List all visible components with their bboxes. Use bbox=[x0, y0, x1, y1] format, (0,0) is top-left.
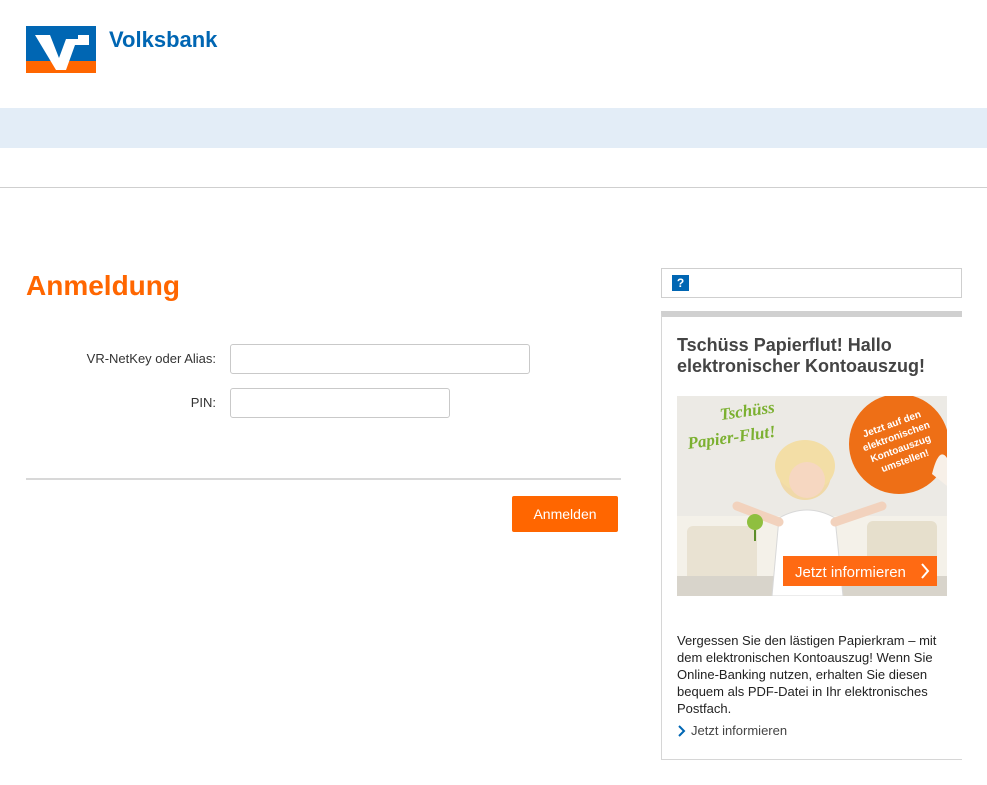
pin-label: PIN: bbox=[190, 395, 216, 410]
sub-navigation-bar bbox=[0, 148, 987, 188]
form-divider bbox=[26, 478, 621, 480]
page-title: Anmeldung bbox=[26, 270, 180, 301]
promo-text: Vergessen Sie den lästigen Papierkram – … bbox=[677, 633, 937, 716]
help-icon[interactable]: ? bbox=[672, 275, 689, 291]
chevron-right-icon bbox=[678, 724, 686, 737]
promo-link-label[interactable]: Jetzt informieren bbox=[691, 723, 787, 738]
user-input[interactable] bbox=[230, 344, 530, 374]
brand-name[interactable]: Volksbank bbox=[109, 27, 217, 53]
user-label: VR-NetKey oder Alias: bbox=[86, 351, 216, 366]
navigation-bar bbox=[0, 108, 987, 148]
volksbank-logo-icon[interactable] bbox=[26, 26, 96, 73]
promo-link[interactable]: Jetzt informieren bbox=[677, 723, 787, 738]
promo-teaser: Tschüss Papierflut! Hallo elektronischer… bbox=[661, 311, 962, 760]
header: Volksbank bbox=[0, 0, 987, 108]
help-box: ? bbox=[661, 268, 962, 298]
promo-image-cta[interactable]: Jetzt informieren bbox=[795, 564, 906, 581]
login-button[interactable]: Anmelden bbox=[512, 496, 618, 532]
promo-image[interactable]: Tschüss Papier-Flut! Jetzt auf den elekt… bbox=[677, 396, 947, 596]
promo-title: Tschüss Papierflut! Hallo elektronischer… bbox=[677, 335, 926, 376]
pin-input[interactable] bbox=[230, 388, 450, 418]
